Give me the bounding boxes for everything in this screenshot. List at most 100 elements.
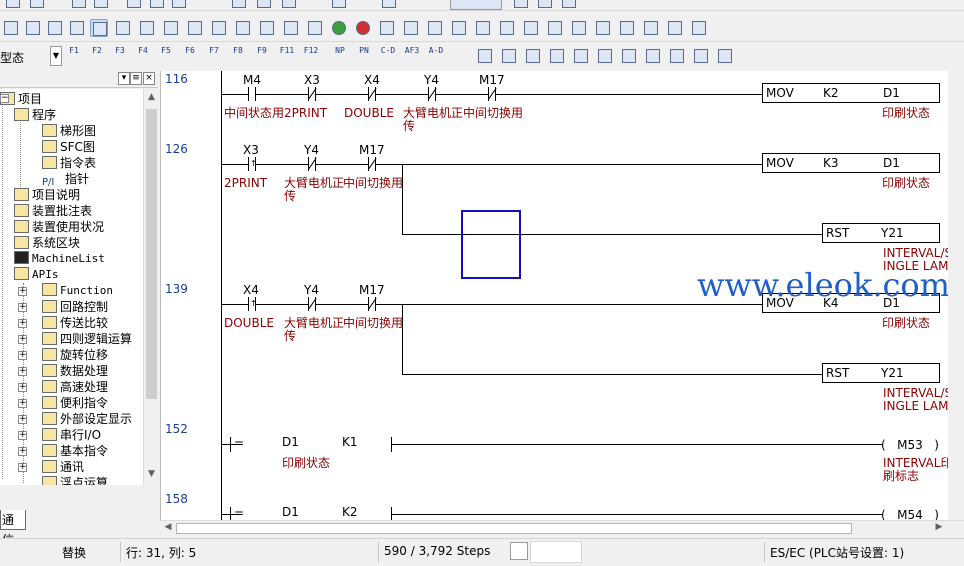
toolbar-button[interactable] — [668, 47, 686, 65]
toolbar-button[interactable] — [572, 47, 590, 65]
tree-item-arithmetic[interactable]: 四则逻辑运算 — [42, 331, 132, 347]
scroll-thumb[interactable] — [176, 523, 852, 534]
toolbar-button[interactable] — [692, 47, 710, 65]
nc-contact[interactable] — [362, 297, 382, 311]
zoom-dropdown[interactable] — [450, 0, 502, 10]
upload-icon[interactable] — [402, 19, 420, 37]
pin-button[interactable]: ▾ — [118, 72, 130, 85]
cut-icon[interactable] — [125, 0, 143, 10]
toolbar-button[interactable] — [560, 0, 578, 10]
mov-instruction[interactable]: MOV K3 D1 — [762, 153, 940, 173]
pn-button[interactable]: PN — [354, 46, 374, 66]
paste-icon[interactable] — [170, 0, 188, 10]
run-icon[interactable] — [330, 19, 348, 37]
download-icon[interactable] — [378, 19, 396, 37]
expand-icon[interactable]: + — [18, 287, 27, 296]
tree-item-system-block[interactable]: 系统区块 — [14, 235, 80, 251]
toolbar-button[interactable] — [380, 0, 398, 10]
toolbar-button[interactable] — [644, 47, 662, 65]
toolbar-button[interactable] — [642, 19, 660, 37]
rst-instruction[interactable]: RST Y21 — [822, 363, 940, 383]
toolbar-button[interactable] — [28, 0, 46, 10]
f5-button[interactable]: F5 — [156, 46, 176, 66]
toolbar-button[interactable] — [548, 47, 566, 65]
scroll-left-icon[interactable]: ◀ — [161, 522, 175, 532]
f3-button[interactable]: F3 — [110, 46, 130, 66]
toolbar-button[interactable] — [306, 19, 324, 37]
expand-icon[interactable]: + — [18, 447, 27, 456]
tree-item-program[interactable]: 程序 — [14, 107, 56, 123]
ladder-mode-icon[interactable] — [2, 19, 20, 37]
tree-item-rotate-shift[interactable]: 旋转位移 — [42, 347, 108, 363]
f12-button[interactable]: F12 — [301, 46, 321, 66]
af3-button[interactable]: AF3 — [402, 46, 422, 66]
f7-button[interactable]: F7 — [204, 46, 224, 66]
tree-horizontal-scrollbar[interactable] — [0, 485, 158, 499]
scroll-up-icon[interactable]: ▲ — [144, 92, 159, 102]
zoom-icon[interactable] — [255, 0, 273, 10]
toolbar-button[interactable] — [546, 19, 564, 37]
f11-button[interactable]: F11 — [277, 46, 297, 66]
toolbar-button[interactable] — [570, 19, 588, 37]
expand-icon[interactable]: + — [18, 335, 27, 344]
toolbar-button[interactable] — [596, 47, 614, 65]
sfc-mode-icon[interactable] — [24, 19, 42, 37]
f4-button[interactable]: F4 — [133, 46, 153, 66]
tree-item-machine-list[interactable]: MachineList — [14, 251, 105, 267]
nc-contact[interactable] — [362, 87, 382, 101]
tree-item-instruction-list[interactable]: 指令表 — [42, 155, 96, 171]
toolbar-button[interactable] — [426, 19, 444, 37]
expand-icon[interactable]: + — [18, 431, 27, 440]
toolbar-button[interactable] — [258, 19, 276, 37]
rising-edge-contact[interactable]: ↑ — [242, 297, 262, 311]
wave-icon[interactable] — [524, 47, 542, 65]
tree-item-basic[interactable]: 基本指令 — [42, 443, 108, 459]
toolbar-button[interactable] — [522, 19, 540, 37]
mail-icon[interactable] — [620, 47, 638, 65]
f8-button[interactable]: F8 — [228, 46, 248, 66]
f1-button[interactable]: F1 — [64, 46, 84, 66]
mode-dropdown[interactable]: ▼ — [50, 46, 62, 66]
rst-instruction[interactable]: RST Y21 — [822, 223, 940, 243]
close-pane-button[interactable]: × — [143, 72, 155, 85]
nc-contact[interactable] — [362, 157, 382, 171]
expand-icon[interactable]: + — [18, 351, 27, 360]
mov-instruction[interactable]: MOV K2 D1 — [762, 83, 940, 103]
expand-icon[interactable]: + — [18, 383, 27, 392]
nc-contact[interactable] — [302, 157, 322, 171]
toolbar-button[interactable] — [500, 47, 518, 65]
tree-item-function[interactable]: Function — [42, 283, 113, 299]
f6-button[interactable]: F6 — [180, 46, 200, 66]
tree-item-convenience[interactable]: 便利指令 — [42, 395, 108, 411]
toolbar-button[interactable] — [594, 19, 612, 37]
no-contact[interactable] — [242, 87, 262, 101]
tree-item-floating-point[interactable]: 浮点运算 — [42, 475, 108, 485]
code-icon[interactable] — [450, 19, 468, 37]
tree-item-ladder[interactable]: 梯形图 — [42, 123, 96, 139]
tree-view-icon[interactable] — [90, 19, 108, 37]
tree-item-move-compare[interactable]: 传送比较 — [42, 315, 108, 331]
toolbar-button[interactable] — [4, 0, 22, 10]
f2-button[interactable]: F2 — [87, 46, 107, 66]
toolbar-button[interactable] — [210, 19, 228, 37]
cd-button[interactable]: C-D — [378, 46, 398, 66]
zoom-in-icon[interactable] — [280, 0, 298, 10]
expand-icon[interactable]: + — [18, 399, 27, 408]
nc-contact[interactable] — [422, 87, 442, 101]
tree-item-pointer[interactable]: P/I 指针 — [42, 171, 89, 188]
toolbar-button[interactable] — [716, 47, 734, 65]
pid-icon[interactable] — [476, 47, 494, 65]
tree-vertical-scrollbar[interactable]: ▲ ▼ — [143, 89, 158, 485]
main-vertical-scrollbar[interactable] — [948, 71, 964, 522]
tree-item-device-usage[interactable]: 装置使用状况 — [14, 219, 104, 235]
ad-button[interactable]: A-D — [426, 46, 446, 66]
collapse-icon[interactable]: − — [0, 94, 9, 103]
tree-item-sfc[interactable]: SFC图 — [42, 139, 95, 155]
stop-icon[interactable] — [354, 19, 372, 37]
toolbar-button[interactable] — [92, 0, 110, 10]
tree-item-loop-control[interactable]: 回路控制 — [42, 299, 108, 315]
tree-item-device-comment[interactable]: 装置批注表 — [14, 203, 92, 219]
rising-edge-contact[interactable]: ↑ — [242, 157, 262, 171]
nc-contact[interactable] — [302, 297, 322, 311]
toolbar-button[interactable] — [282, 19, 300, 37]
